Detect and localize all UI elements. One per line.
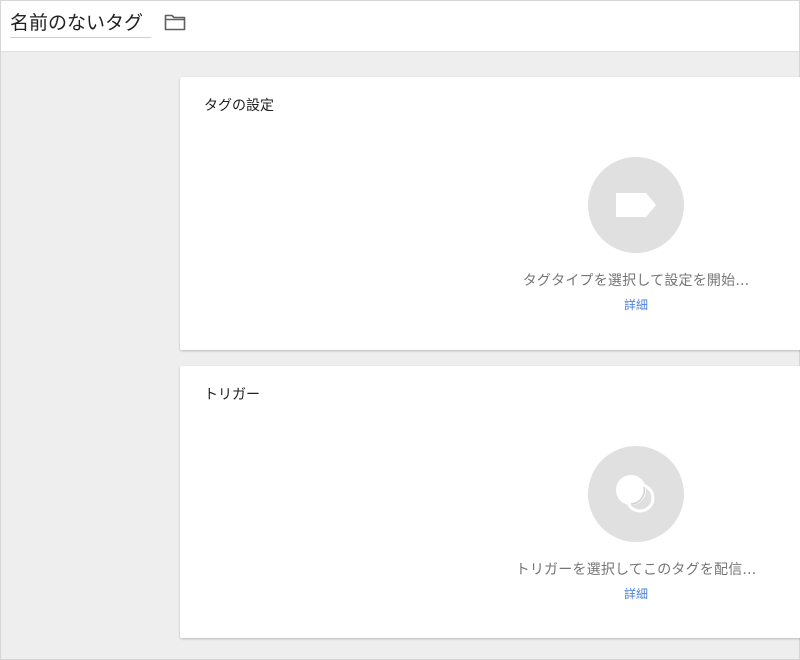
tag-configuration-title: タグの設定 xyxy=(204,98,274,114)
tag-label-icon xyxy=(616,193,656,217)
tag-editor-window: 名前のないタグ タグの設定 タグタイプを選択して設定を開始... 詳細 トリガー xyxy=(0,0,800,660)
folder-icon xyxy=(164,14,186,31)
tag-name-input[interactable]: 名前のないタグ xyxy=(10,8,151,38)
tag-configuration-card: タグの設定 タグタイプを選択して設定を開始... 詳細 xyxy=(180,77,800,350)
trigger-circles-icon xyxy=(616,475,655,513)
triggering-card: トリガー トリガーを選択してこのタグを配信... 詳細 xyxy=(180,366,800,638)
triggering-title: トリガー xyxy=(204,387,260,403)
choose-tag-type-text[interactable]: タグタイプを選択して設定を開始... xyxy=(523,270,750,290)
triggering-learn-more-link[interactable]: 詳細 xyxy=(624,585,648,602)
tag-configuration-learn-more-link[interactable]: 詳細 xyxy=(624,296,648,313)
trigger-icon-circle[interactable] xyxy=(588,446,684,542)
folder-button[interactable] xyxy=(162,10,188,34)
choose-tag-type-placeholder[interactable]: タグタイプを選択して設定を開始... 詳細 xyxy=(480,157,792,313)
choose-trigger-text[interactable]: トリガーを選択してこのタグを配信... xyxy=(516,559,757,579)
tag-type-icon-circle[interactable] xyxy=(588,157,684,253)
tag-editor-header: 名前のないタグ xyxy=(1,1,799,52)
choose-trigger-placeholder[interactable]: トリガーを選択してこのタグを配信... 詳細 xyxy=(480,446,792,602)
